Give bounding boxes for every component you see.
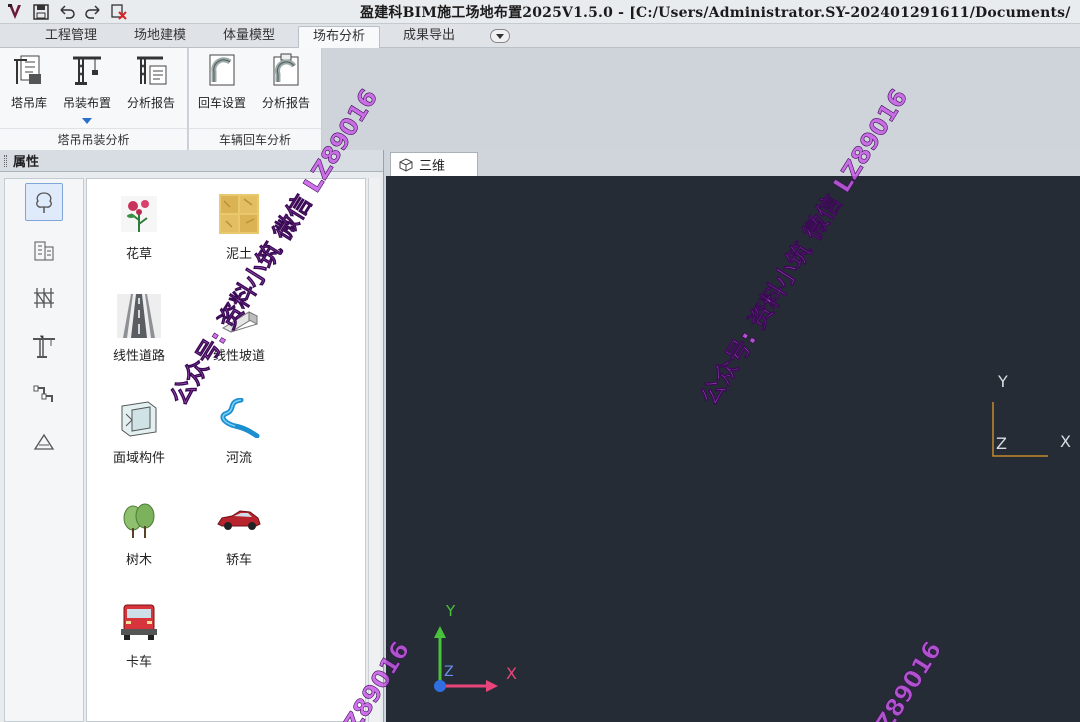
area-component-label: 面域构件 (112, 451, 165, 466)
gallery-item-area-component[interactable]: 面域构件 (89, 387, 189, 477)
scaffold-category-icon (34, 288, 54, 308)
ucs-axes: Y Z X (428, 602, 528, 702)
gallery-item-linear-ramp[interactable]: 线性坡道 (189, 285, 289, 375)
river-label: 河流 (225, 451, 252, 466)
car-icon (216, 497, 262, 543)
ucs-x-label: X (506, 664, 517, 683)
ucs-axes-icon (434, 626, 498, 692)
tower-crane-library-icon (11, 52, 47, 88)
turning-settings-icon (204, 52, 240, 88)
ribbon: 塔吊库 吊装布置 分析报告 塔吊吊装分析 回车设置 分析报告 车辆回车分析 (0, 48, 1080, 150)
flower-label: 花草 (125, 247, 152, 262)
soil-icon (216, 191, 262, 237)
tab-3d-view-label: 三维 (419, 159, 446, 174)
gallery-item-soil[interactable]: 泥土 (189, 183, 289, 273)
chevron-down-icon (496, 33, 504, 39)
crane-report-icon (133, 52, 169, 88)
category-scaffold[interactable] (25, 279, 63, 317)
ribbon-options-dropdown[interactable] (490, 29, 510, 43)
river-icon (216, 395, 262, 441)
tab-site-modeling[interactable]: 场地建模 (119, 26, 201, 48)
redo-icon[interactable] (82, 1, 104, 23)
ribbon-group-vehicle-turning: 回车设置 分析报告 车辆回车分析 (189, 48, 322, 150)
properties-title: 属性 (13, 155, 40, 170)
car-label: 轿车 (225, 553, 252, 568)
ucs-y-label: Y (446, 602, 456, 620)
tab-project-management[interactable]: 工程管理 (30, 26, 112, 48)
linear-road-label: 线性道路 (112, 349, 165, 364)
orientation-x-label: X (1060, 432, 1071, 451)
gallery-item-trees[interactable]: 树木 (89, 489, 189, 579)
properties-header: 属性 (0, 150, 383, 172)
ramp-icon (216, 293, 262, 339)
hoisting-layout-button[interactable]: 吊装布置 (58, 52, 116, 122)
tab-result-export[interactable]: 成果导出 (388, 26, 470, 48)
gallery-item-flower[interactable]: 花草 (89, 183, 189, 273)
view-orientation-axes[interactable]: Y Z X (986, 372, 1080, 464)
cube-icon (399, 157, 413, 172)
3d-viewport[interactable]: Y Z X Y Z X (386, 176, 1080, 722)
orientation-y-label: Y (998, 372, 1008, 391)
truck-icon (116, 599, 162, 645)
trees-label: 树木 (125, 553, 152, 568)
viewport-tab-bar: 三维 (386, 150, 1080, 176)
ucs-z-label: Z (444, 664, 454, 680)
category-tree[interactable] (25, 183, 63, 221)
tree-category-icon (36, 192, 52, 213)
category-terrain[interactable] (25, 423, 63, 461)
road-icon (116, 293, 162, 339)
category-building[interactable] (25, 231, 63, 269)
category-tower-crane[interactable] (25, 327, 63, 365)
tab-site-analysis[interactable]: 场布分析 (298, 26, 380, 48)
category-sidebar (4, 178, 84, 722)
turning-settings-button[interactable]: 回车设置 (193, 52, 251, 122)
undo-icon[interactable] (56, 1, 78, 23)
hoisting-layout-dropdown-arrow[interactable] (82, 118, 92, 124)
gallery-item-car[interactable]: 轿车 (189, 489, 289, 579)
turning-analysis-report-button[interactable]: 分析报告 (257, 52, 315, 122)
properties-scrollbar[interactable] (368, 178, 380, 722)
crane-analysis-report-label: 分析报告 (126, 96, 175, 110)
ribbon-tab-bar: 工程管理 场地建模 体量模型 场布分析 成果导出 (0, 24, 1080, 48)
component-gallery: 花草 泥土 线性道路 线性坡道 面域构件 河流 树木 轿车 卡车 (86, 178, 366, 722)
building-category-icon (34, 241, 54, 261)
close-document-icon[interactable] (108, 1, 130, 23)
gallery-item-river[interactable]: 河流 (189, 387, 289, 477)
soil-label: 泥土 (225, 247, 252, 262)
category-pipe[interactable] (25, 375, 63, 413)
gallery-item-linear-road[interactable]: 线性道路 (89, 285, 189, 375)
truck-label: 卡车 (125, 655, 152, 670)
turning-report-icon (268, 52, 304, 88)
tower-crane-library-button[interactable]: 塔吊库 (0, 52, 58, 122)
app-logo-icon[interactable] (4, 1, 26, 23)
turning-analysis-report-label: 分析报告 (261, 96, 310, 110)
ribbon-group-tower-crane: 塔吊库 吊装布置 分析报告 塔吊吊装分析 (0, 48, 188, 150)
tab-volume-model[interactable]: 体量模型 (208, 26, 290, 48)
save-icon[interactable] (30, 1, 52, 23)
orientation-z-label: Z (996, 434, 1007, 453)
trees-icon (116, 497, 162, 543)
tab-3d-view[interactable]: 三维 (390, 152, 478, 176)
tower-crane-category-icon (33, 335, 55, 358)
terrain-category-icon (33, 433, 55, 450)
hoisting-layout-icon (69, 52, 105, 88)
ribbon-group-label-vehicle: 车辆回车分析 (189, 128, 321, 148)
turning-settings-label: 回车设置 (197, 96, 246, 110)
quick-access-toolbar (0, 1, 130, 23)
properties-panel: 属性 花草 泥土 线性道路 线性坡道 面域构件 河流 树木 轿车 卡车 (0, 150, 384, 722)
linear-ramp-label: 线性坡道 (212, 349, 265, 364)
window-title: 盈建科BIM施工场地布置2025V1.5.0 - [C:/Users/Admin… (360, 5, 1071, 21)
flower-icon (116, 191, 162, 237)
pipe-category-icon (33, 385, 53, 402)
crane-analysis-report-button[interactable]: 分析报告 (122, 52, 180, 122)
title-bar: 盈建科BIM施工场地布置2025V1.5.0 - [C:/Users/Admin… (0, 0, 1080, 24)
panel-grip-icon[interactable] (4, 154, 7, 167)
gallery-item-truck[interactable]: 卡车 (89, 591, 189, 681)
ribbon-group-label-crane: 塔吊吊装分析 (0, 128, 187, 148)
tower-crane-library-label: 塔吊库 (10, 96, 47, 110)
hoisting-layout-label: 吊装布置 (62, 96, 111, 110)
area-component-icon (116, 395, 162, 441)
